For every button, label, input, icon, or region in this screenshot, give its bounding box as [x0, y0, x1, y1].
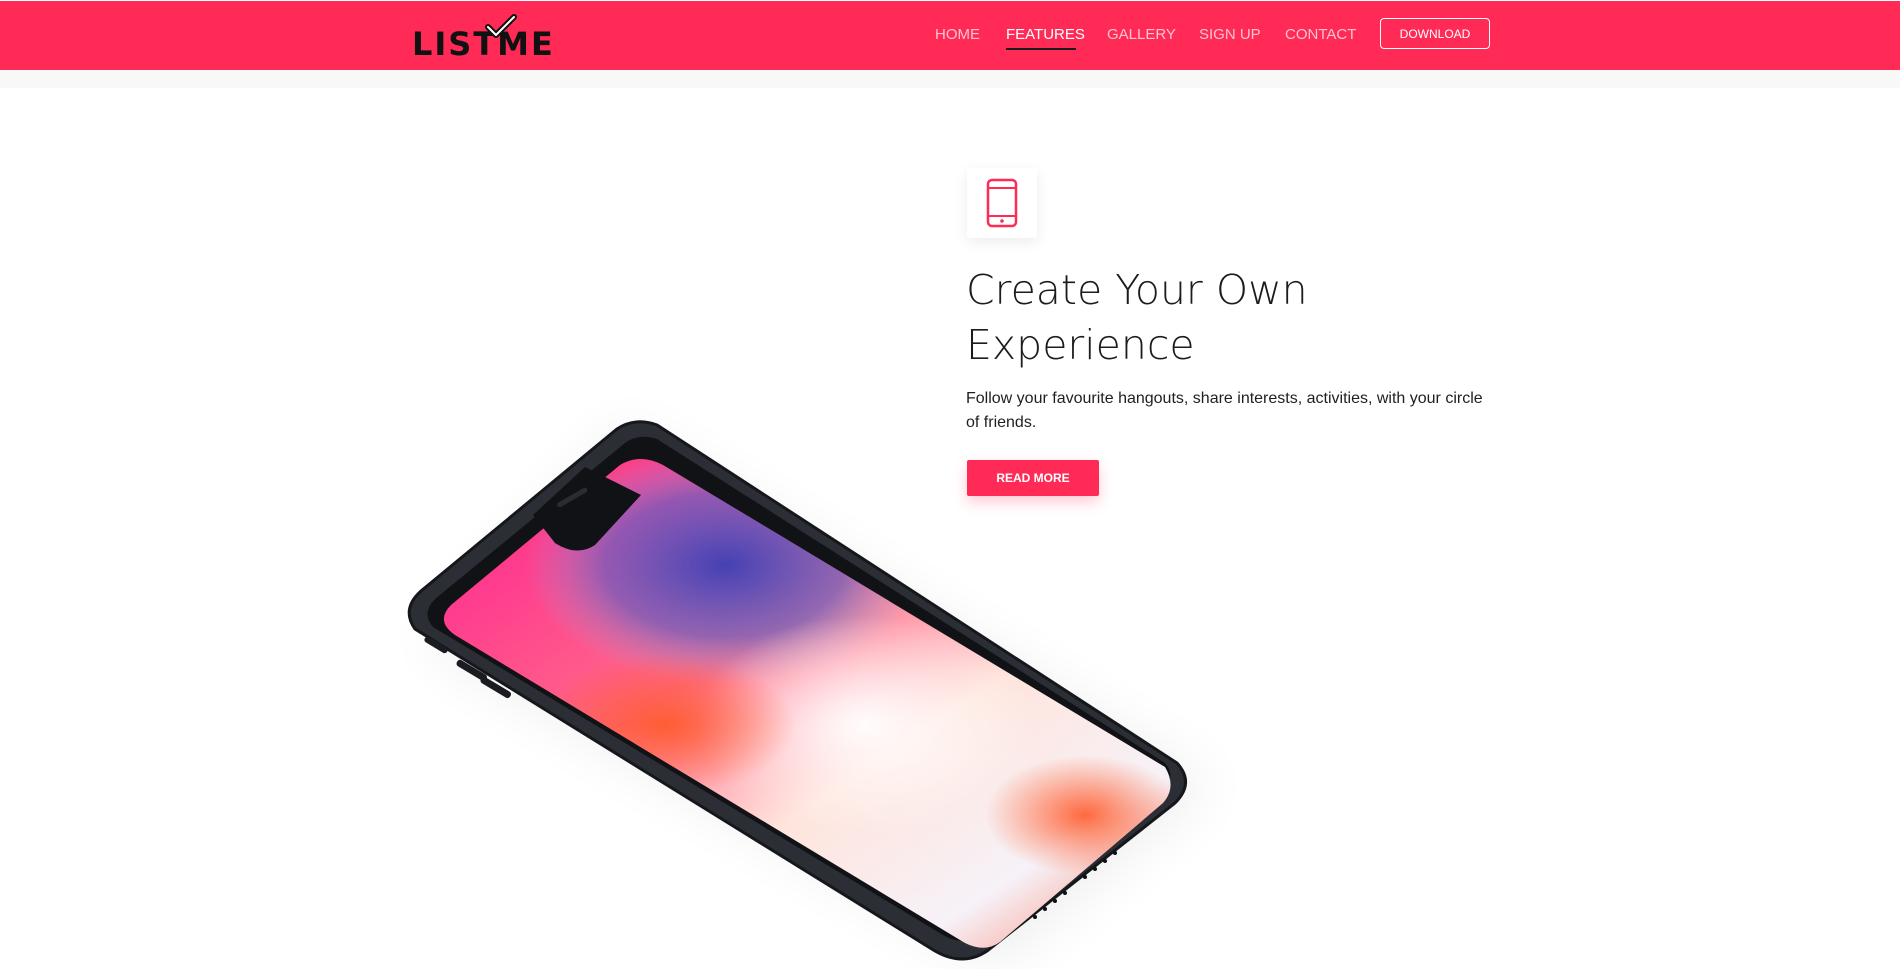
checkmark-icon	[485, 14, 517, 38]
nav-features[interactable]: FEATURES	[1006, 26, 1085, 43]
top-navbar: LISTME HOME FEATURES GALLERY SIGN UP CON…	[0, 1, 1900, 70]
subheader-strip	[0, 70, 1900, 88]
feature-title-line-1: Create Your Own	[966, 266, 1308, 314]
nav-sign-up[interactable]: SIGN UP	[1199, 26, 1261, 43]
tablet-icon	[986, 178, 1018, 228]
nav-contact[interactable]: CONTACT	[1285, 26, 1356, 43]
nav-home[interactable]: HOME	[935, 26, 980, 43]
feature-description: Follow your favourite hangouts, share in…	[966, 390, 1483, 431]
phone-illustration	[395, 395, 1255, 969]
read-more-button[interactable]: READ MORE	[967, 460, 1099, 496]
active-nav-indicator	[1006, 48, 1076, 50]
feature-title-line-2: Experience	[966, 321, 1195, 369]
logo[interactable]: LISTME	[412, 14, 553, 63]
feature-icon-box	[967, 168, 1037, 238]
feature-title: Create Your Own Experience	[966, 263, 1486, 373]
download-button[interactable]: DOWNLOAD	[1380, 18, 1490, 49]
nav-gallery[interactable]: GALLERY	[1107, 26, 1176, 43]
